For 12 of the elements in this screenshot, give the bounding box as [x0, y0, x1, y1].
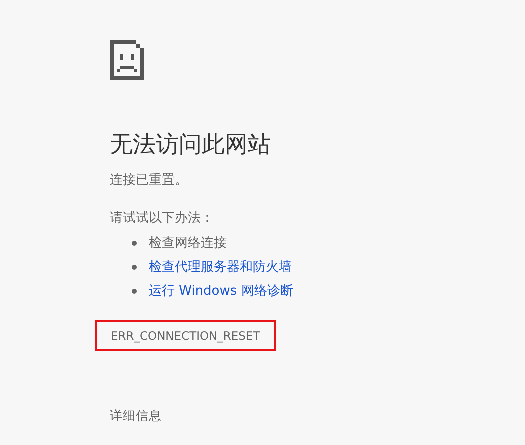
suggestion-link[interactable]: 运行 Windows 网络诊断	[149, 282, 294, 300]
bullet-icon	[132, 264, 137, 270]
error-message: 连接已重置。	[110, 172, 189, 190]
sad-page-icon	[110, 40, 144, 80]
error-title: 无法访问此网站	[110, 131, 272, 160]
details-button[interactable]: 详细信息	[110, 408, 162, 425]
suggestions-heading: 请试试以下办法：	[110, 210, 215, 228]
suggestion-text: 检查网络连接	[149, 235, 227, 252]
suggestion-link[interactable]: 检查代理服务器和防火墙	[149, 258, 292, 276]
bullet-icon	[132, 240, 137, 246]
bullet-icon	[132, 288, 137, 294]
error-code: ERR_CONNECTION_RESET	[95, 320, 276, 351]
